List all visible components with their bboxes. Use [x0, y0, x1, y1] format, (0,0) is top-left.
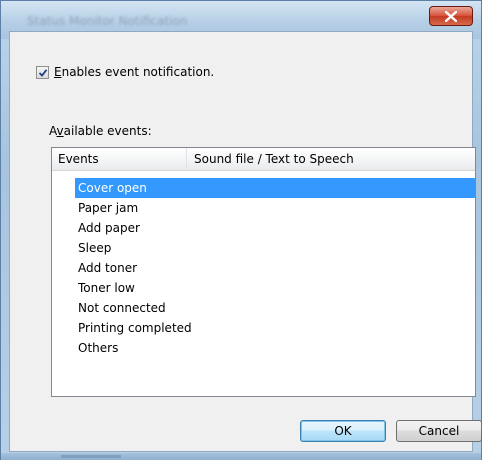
- cancel-button[interactable]: Cancel: [396, 420, 482, 442]
- available-events-label: Available events:: [49, 124, 152, 138]
- column-header-events[interactable]: Events: [52, 148, 187, 170]
- window-title: Status Monitor Notification: [27, 14, 188, 28]
- event-row-paper-jam[interactable]: Paper jam: [75, 198, 475, 218]
- enable-notification-checkbox[interactable]: [36, 65, 49, 79]
- dialog-client-area: Enables event notification. Available ev…: [9, 31, 482, 452]
- close-icon: [445, 11, 457, 22]
- ok-button[interactable]: OK: [300, 420, 386, 442]
- enable-notification-label[interactable]: Enables event notification.: [54, 65, 214, 79]
- event-row-sleep[interactable]: Sleep: [75, 238, 475, 258]
- event-row-toner-low[interactable]: Toner low: [75, 278, 475, 298]
- checkmark-icon: [38, 68, 48, 77]
- event-row-not-connected[interactable]: Not connected: [75, 298, 475, 318]
- event-row-add-toner[interactable]: Add toner: [75, 258, 475, 278]
- event-row-printing-completed[interactable]: Printing completed: [75, 318, 475, 338]
- events-list-header: Events Sound file / Text to Speech: [52, 148, 475, 171]
- events-rows: Cover open Paper jam Add paper Sleep Add…: [75, 178, 475, 358]
- close-button[interactable]: [429, 6, 473, 26]
- events-list[interactable]: Events Sound file / Text to Speech Cover…: [51, 147, 476, 397]
- enable-notification-row[interactable]: Enables event notification.: [36, 63, 214, 81]
- enable-notification-text: nables event notification.: [61, 65, 215, 79]
- enable-notification-mnemonic: E: [54, 65, 62, 79]
- event-row-cover-open[interactable]: Cover open: [75, 178, 475, 198]
- column-header-sound-file[interactable]: Sound file / Text to Speech: [188, 148, 475, 170]
- event-row-add-paper[interactable]: Add paper: [75, 218, 475, 238]
- window-bottom-edge: [1, 453, 481, 460]
- event-row-others[interactable]: Others: [75, 338, 475, 358]
- dialog-window: Status Monitor Notification Enables even…: [0, 0, 482, 460]
